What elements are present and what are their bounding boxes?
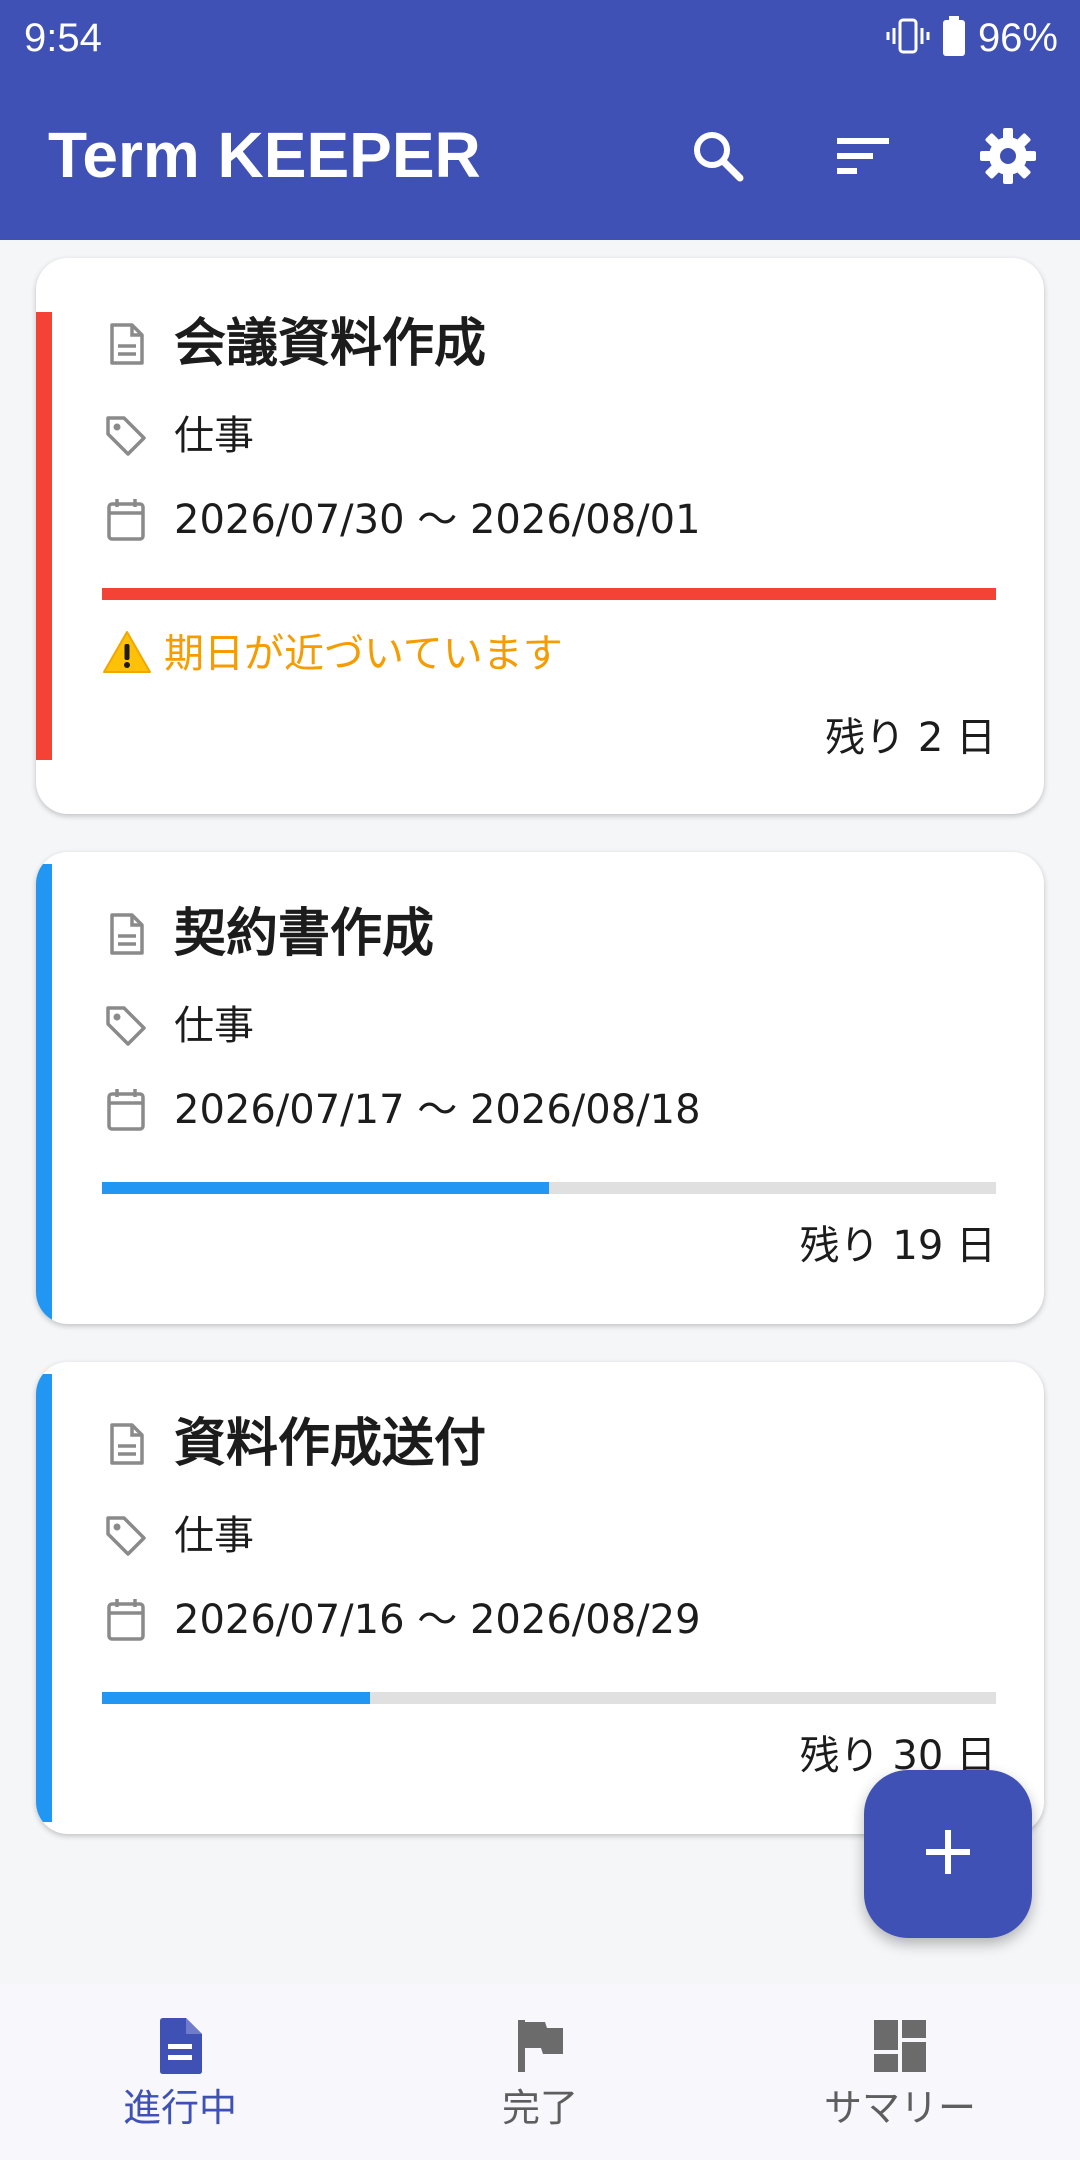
status-icons: 96%	[886, 12, 1058, 64]
document-icon	[104, 322, 148, 366]
warning-text: 期日が近づいています	[164, 631, 563, 677]
task-category: 仕事	[174, 1513, 254, 1559]
task-title: 会議資料作成	[174, 314, 487, 374]
nav-item-summary[interactable]: サマリー	[720, 1984, 1080, 2160]
days-remaining: 残り 2 日	[825, 715, 996, 761]
task-period-row: 2026/07/16 〜 2026/08/29	[104, 1594, 701, 1646]
flag-icon	[508, 2014, 572, 2078]
vibrate-icon	[886, 16, 930, 60]
task-title-row: 会議資料作成	[104, 312, 486, 376]
task-period: 2026/07/16 〜 2026/08/29	[174, 1597, 701, 1643]
deadline-warning: 期日が近づいています	[102, 628, 563, 680]
nav-item-in-progress[interactable]: 進行中	[0, 1984, 360, 2160]
urgency-accent-bar	[36, 1374, 52, 1822]
progress-bar	[102, 1692, 996, 1704]
nav-label: サマリー	[823, 2086, 976, 2130]
tag-icon	[104, 414, 148, 458]
app-title: Term KEEPER	[48, 119, 481, 191]
task-category: 仕事	[174, 413, 254, 459]
progress-bar	[102, 1182, 996, 1194]
task-title: 契約書作成	[174, 904, 435, 964]
calendar-icon	[104, 1598, 148, 1642]
task-period-row: 2026/07/17 〜 2026/08/18	[104, 1084, 701, 1136]
task-period: 2026/07/17 〜 2026/08/18	[174, 1087, 701, 1133]
progress-bar	[102, 588, 996, 600]
task-category: 仕事	[174, 1003, 254, 1049]
task-period: 2026/07/30 〜 2026/08/01	[174, 497, 701, 543]
app-bar: 9:54 96% Term KEEPER	[0, 0, 1080, 240]
sort-button[interactable]	[823, 118, 903, 198]
task-title-row: 契約書作成	[104, 902, 434, 966]
sort-icon	[835, 136, 891, 180]
task-category-row: 仕事	[104, 1510, 254, 1562]
task-card[interactable]: 契約書作成 仕事 2026/07/17 〜 2026/08/18 残り 19 日	[36, 852, 1044, 1324]
settings-button[interactable]	[968, 118, 1048, 198]
calendar-icon	[104, 498, 148, 542]
search-icon	[690, 128, 746, 188]
nav-label: 進行中	[122, 2086, 237, 2130]
add-task-button[interactable]	[864, 1770, 1032, 1938]
document-icon	[148, 2014, 212, 2078]
document-icon	[104, 912, 148, 956]
document-icon	[104, 1422, 148, 1466]
urgency-accent-bar	[36, 864, 52, 1324]
days-remaining: 残り 19 日	[799, 1223, 996, 1269]
task-period-row: 2026/07/30 〜 2026/08/01	[104, 494, 701, 546]
task-card[interactable]: 資料作成送付 仕事 2026/07/16 〜 2026/08/29 残り 30 …	[36, 1362, 1044, 1834]
bottom-navigation: 進行中 完了 サマリー	[0, 1984, 1080, 2160]
dashboard-icon	[868, 2014, 932, 2078]
task-title-row: 資料作成送付	[104, 1412, 486, 1476]
nav-label: 完了	[501, 2086, 578, 2130]
battery-percent: 96%	[977, 15, 1058, 60]
status-time: 9:54	[24, 16, 102, 60]
tag-icon	[104, 1004, 148, 1048]
plus-icon	[924, 1828, 972, 1880]
search-button[interactable]	[678, 118, 758, 198]
task-card[interactable]: 会議資料作成 仕事 2026/07/30 〜 2026/08/01 期日が近づい…	[36, 258, 1044, 814]
warning-icon	[102, 629, 152, 679]
gear-icon	[978, 126, 1038, 190]
task-title: 資料作成送付	[174, 1414, 487, 1474]
progress-fill	[102, 1182, 549, 1194]
battery-icon	[942, 16, 966, 60]
progress-fill	[102, 1692, 371, 1704]
tag-icon	[104, 1514, 148, 1558]
nav-item-completed[interactable]: 完了	[360, 1984, 720, 2160]
progress-fill	[102, 588, 996, 600]
urgency-accent-bar	[36, 312, 52, 760]
task-category-row: 仕事	[104, 410, 254, 462]
calendar-icon	[104, 1088, 148, 1132]
task-category-row: 仕事	[104, 1000, 254, 1052]
